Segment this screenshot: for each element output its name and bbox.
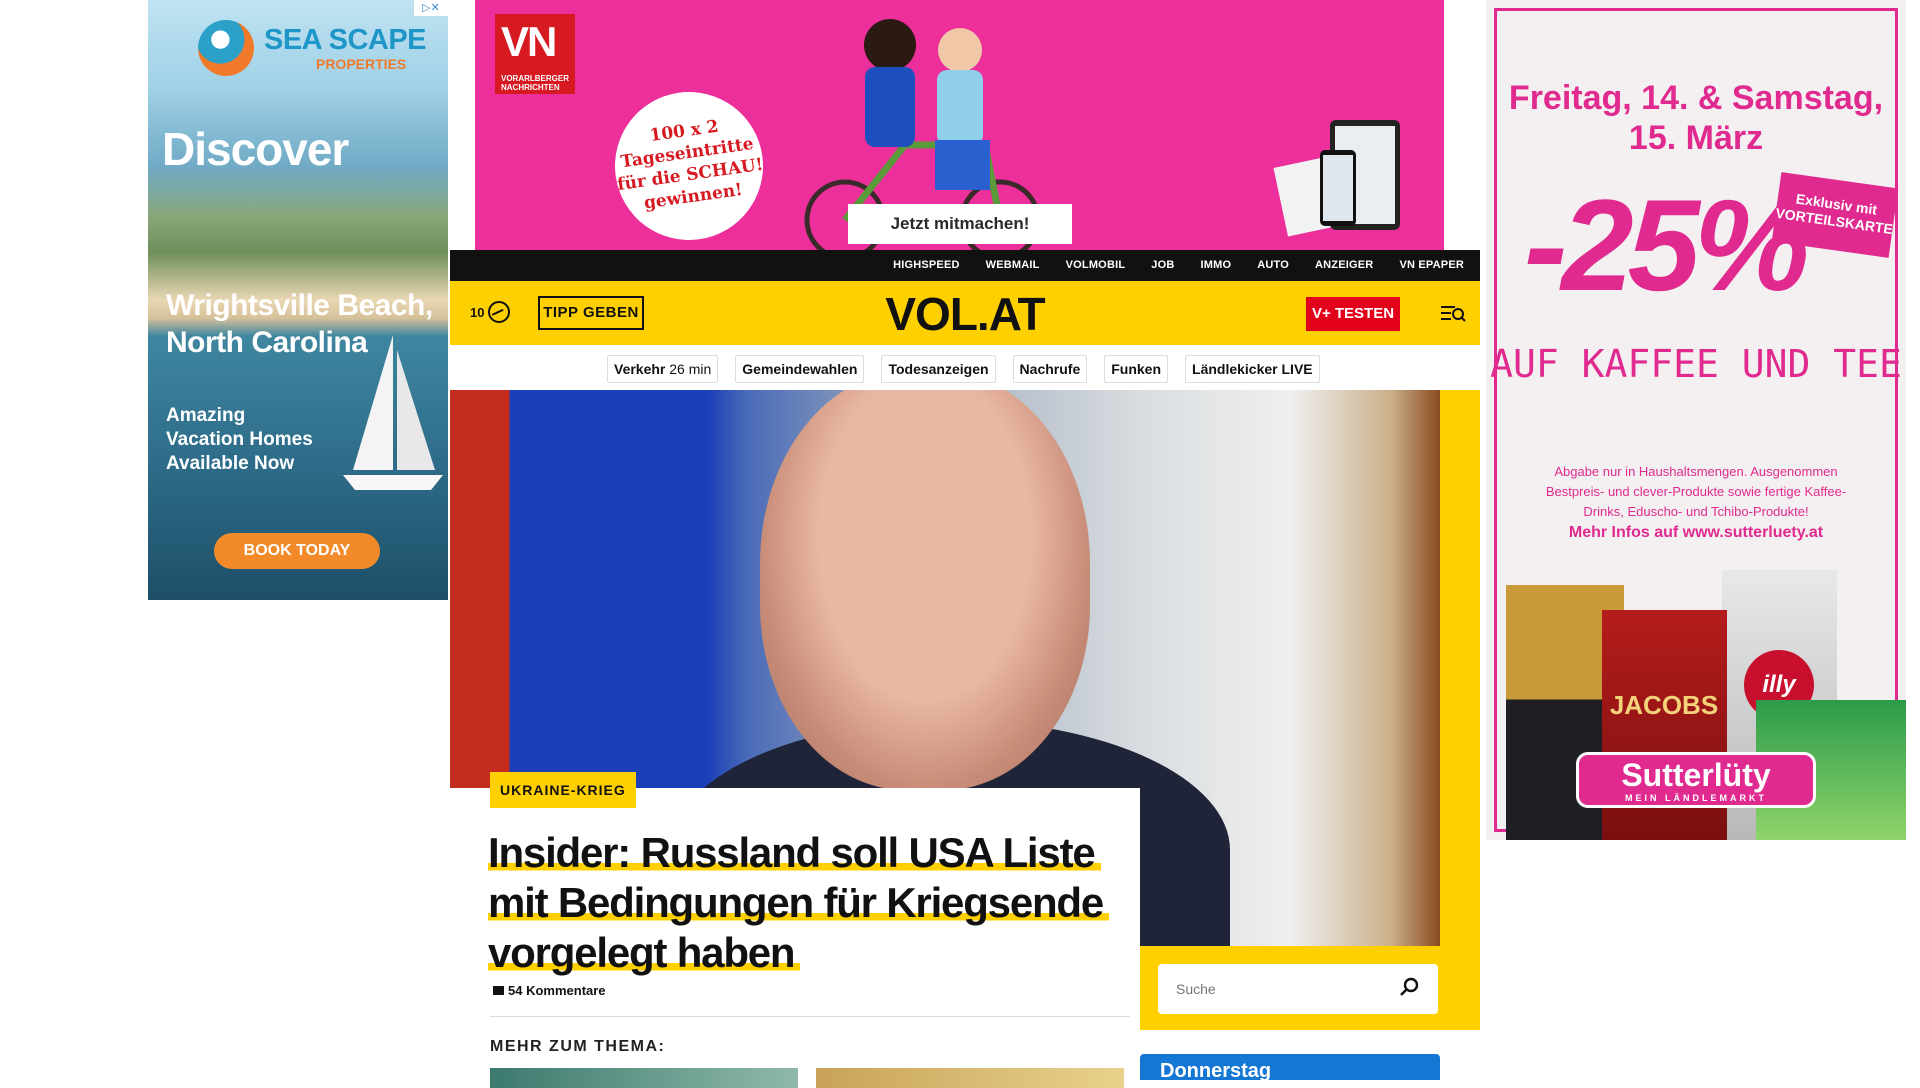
top-nav-list: HIGHSPEED WEBMAIL VOLMOBIL JOB IMMO AUTO… (893, 250, 1464, 281)
top-nav-vn-epaper[interactable]: VN EPAPER (1399, 250, 1464, 281)
quick-links: Verkehr 26 min Gemeindewahlen Todesanzei… (607, 355, 1320, 383)
ad-headline: AUF KAFFEE UND TEE (1490, 342, 1902, 386)
vn-logo: VN VORARLBERGER NACHRICHTEN (495, 14, 575, 94)
comments-link[interactable]: 54 Kommentare (493, 983, 606, 998)
top-nav-volmobil[interactable]: VOLMOBIL (1066, 250, 1126, 281)
ad-choices-icon[interactable]: ▷✕ (414, 0, 448, 16)
lead-article: UKRAINE-KRIEG Insider: Russland soll USA… (450, 772, 1140, 1088)
quick-link-funken[interactable]: Funken (1104, 355, 1169, 383)
top-nav-webmail[interactable]: WEBMAIL (986, 250, 1040, 281)
related-thumbnail[interactable] (490, 1068, 798, 1088)
menu-search-icon[interactable] (1440, 301, 1466, 325)
weather-indicator[interactable]: 10 (470, 301, 511, 323)
site-header: VOL.AT 10 TIPP GEBEN V+ TESTEN (450, 281, 1480, 345)
ad-right-sutterluety[interactable]: Freitag, 14. & Samstag, 15. März -25% Ex… (1486, 0, 1906, 840)
store-name: Sutterlüty (1621, 757, 1771, 793)
ad-discount: -25% (1524, 172, 1809, 318)
top-nav-auto[interactable]: AUTO (1257, 250, 1289, 281)
top-nav-job[interactable]: JOB (1151, 250, 1174, 281)
quick-link-nachrufe[interactable]: Nachrufe (1012, 355, 1088, 383)
tipp-geben-button[interactable]: TIPP GEBEN (538, 296, 644, 330)
chip-label: Verkehr (614, 361, 666, 377)
top-nav-highspeed[interactable]: HIGHSPEED (893, 250, 960, 281)
article-headline-text: Insider: Russland soll USA Liste mit Bed… (488, 829, 1110, 976)
divider (490, 1016, 1130, 1017)
offer-circle: 100 x 2 Tageseintritte für die SCHAU! ge… (605, 82, 773, 250)
weather-widget[interactable]: Donnerstag (1140, 1054, 1440, 1082)
quick-link-todesanzeigen[interactable]: Todesanzeigen (881, 355, 996, 383)
top-nav-bar: HIGHSPEED WEBMAIL VOLMOBIL JOB IMMO AUTO… (450, 250, 1480, 281)
comment-icon (493, 986, 504, 995)
ad-date: Freitag, 14. & Samstag, 15. März (1508, 79, 1884, 157)
comments-count: 54 Kommentare (508, 983, 606, 998)
hero-face (760, 390, 1090, 790)
ad-brand-logo: SEA SCAPE PROPERTIES (198, 18, 428, 76)
article-headline[interactable]: Insider: Russland soll USA Liste mit Bed… (488, 828, 1128, 978)
ad-top-banner[interactable]: VN VORARLBERGER NACHRICHTEN 100 x 2 Tage… (475, 0, 1444, 250)
vplus-testen-button[interactable]: V+ TESTEN (1306, 297, 1400, 331)
quick-link-laendlekicker[interactable]: Ländlekicker LIVE (1185, 355, 1320, 383)
related-thumbnail[interactable] (816, 1068, 1124, 1088)
vn-logo-text: VN (501, 18, 557, 65)
related-heading: MEHR ZUM THEMA: (490, 1038, 666, 1055)
offer-text: 100 x 2 Tageseintritte für die SCHAU! ge… (616, 116, 765, 214)
ad-left-seascape[interactable]: ▷✕ SEA SCAPE PROPERTIES Discover Wrights… (148, 0, 448, 600)
jacobs-label: JACOBS (1609, 690, 1719, 720)
sidebar-accent (1440, 390, 1480, 1030)
ad-tagline: Amazing Vacation Homes Available Now (166, 405, 313, 474)
quick-link-gemeindewahlen[interactable]: Gemeindewahlen (735, 355, 865, 383)
ad-brand-name: SEA SCAPE (264, 24, 427, 56)
wave-logo-icon (198, 20, 254, 76)
search-input[interactable] (1158, 964, 1438, 1014)
quick-links-bar: Verkehr 26 min Gemeindewahlen Todesanzei… (450, 345, 1480, 390)
store-sub: MEIN LÄNDLEMARKT (1625, 793, 1767, 803)
top-nav-anzeiger[interactable]: ANZEIGER (1315, 250, 1373, 281)
search-icon[interactable] (1398, 976, 1420, 998)
book-today-button[interactable]: BOOK TODAY (214, 533, 380, 569)
search-box (1140, 946, 1480, 1030)
ad-info-link[interactable]: Mehr Infos auf www.sutterluety.at (1486, 524, 1906, 542)
article-kicker[interactable]: UKRAINE-KRIEG (490, 772, 636, 808)
jetzt-mitmachen-button[interactable]: Jetzt mitmachen! (848, 204, 1072, 244)
ad-headline: Discover (162, 123, 349, 175)
epaper-devices-image (1273, 120, 1400, 237)
sailboat-icon (343, 335, 443, 490)
chip-meta: 26 min (669, 361, 712, 377)
quick-link-verkehr[interactable]: Verkehr 26 min (607, 355, 719, 383)
vol-site: HIGHSPEED WEBMAIL VOLMOBIL JOB IMMO AUTO… (450, 250, 1480, 1088)
ad-note: Abgabe nur in Haushaltsmengen. Ausgenomm… (1545, 464, 1847, 519)
temperature-value: 10 (470, 304, 485, 320)
ad-brand-sub: PROPERTIES (316, 56, 407, 72)
top-nav-immo[interactable]: IMMO (1200, 250, 1231, 281)
sutterluety-logo: Sutterlüty MEIN LÄNDLEMARKT (1576, 752, 1816, 808)
weather-icon (488, 301, 511, 323)
vn-logo-sub: VORARLBERGER NACHRICHTEN (501, 74, 570, 92)
